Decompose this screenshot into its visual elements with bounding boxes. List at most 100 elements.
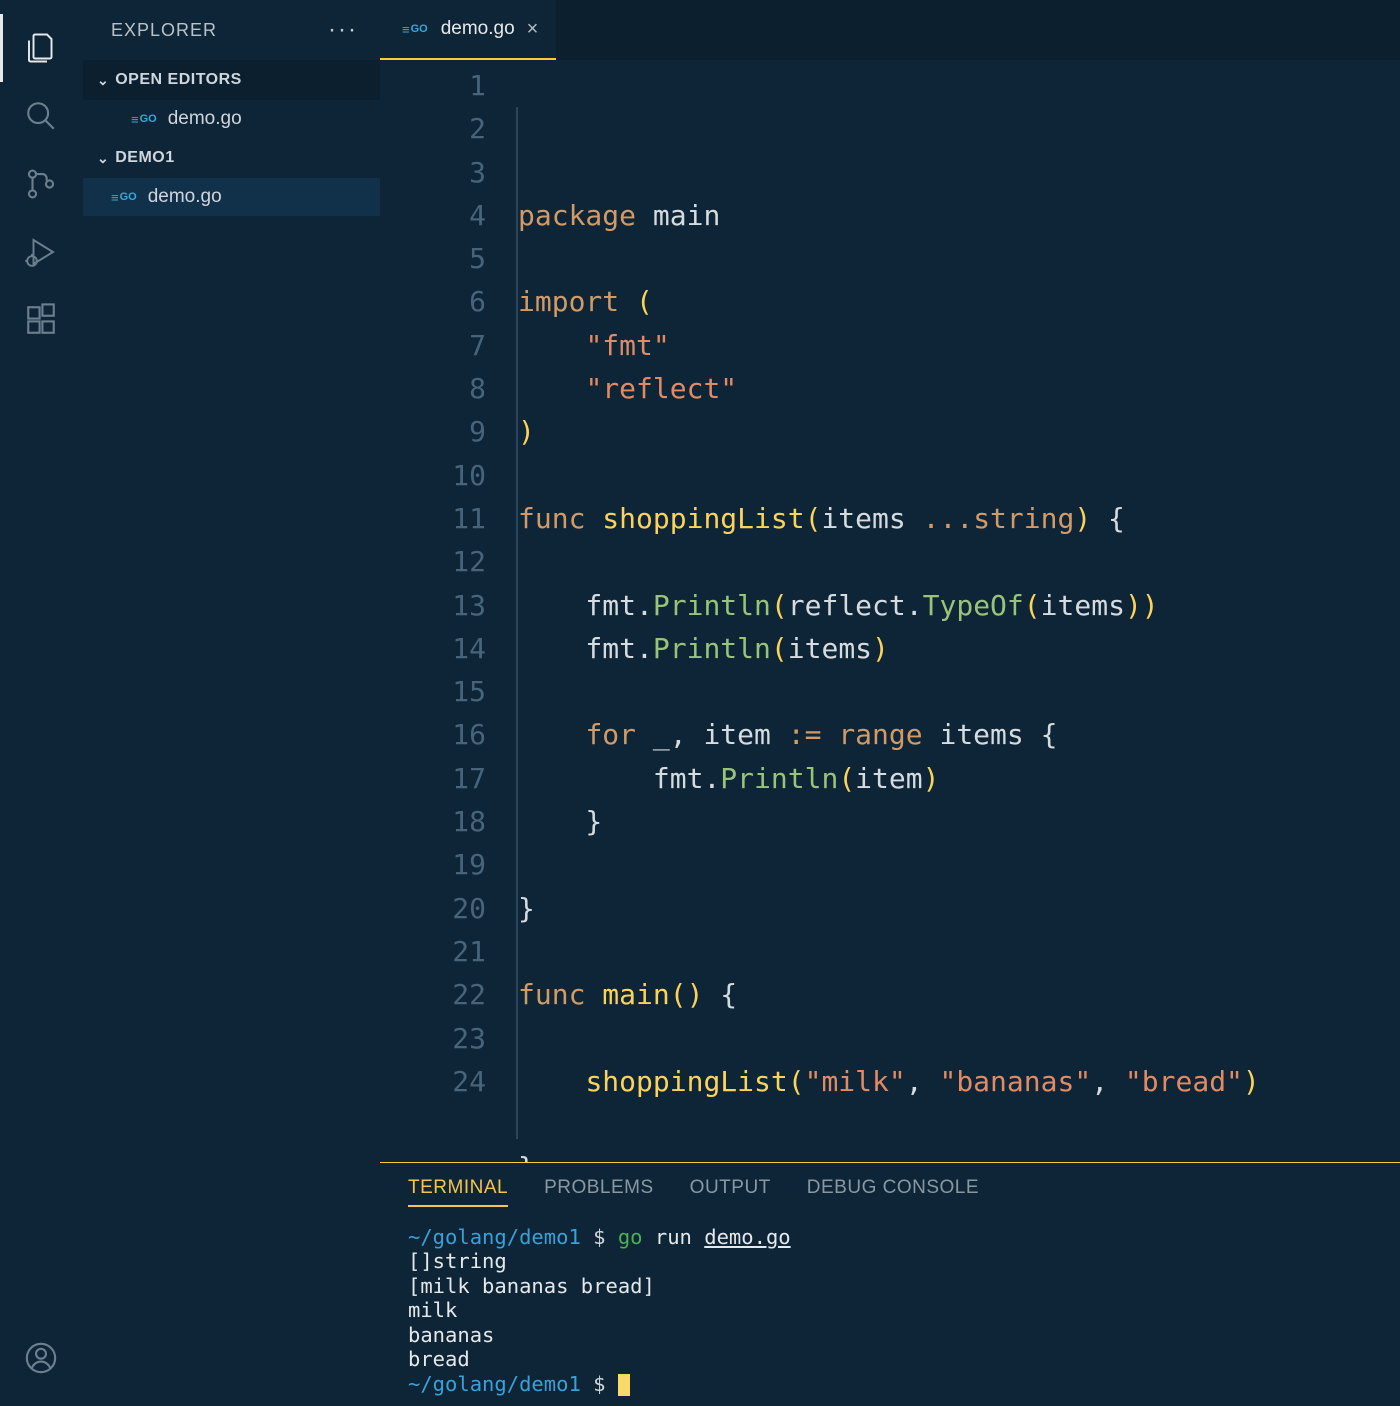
code-line[interactable]	[518, 1103, 1400, 1146]
line-number: 5	[380, 237, 486, 280]
main-area: GO demo.go × 123456789101112131415161718…	[380, 0, 1400, 1406]
line-number: 8	[380, 367, 486, 410]
line-number: 24	[380, 1060, 486, 1103]
open-editors-header[interactable]: ⌄ OPEN EDITORS	[83, 60, 380, 100]
chevron-down-icon: ⌄	[97, 72, 109, 89]
folder-header[interactable]: ⌄ DEMO1	[83, 138, 380, 178]
activity-search-icon[interactable]	[0, 82, 83, 150]
activity-run-debug-icon[interactable]	[0, 218, 83, 286]
code-line[interactable]: func main() {	[518, 973, 1400, 1016]
code-line[interactable]: }	[518, 887, 1400, 930]
code-line[interactable]: package main	[518, 194, 1400, 237]
terminal-path: ~/golang/demo1	[408, 1372, 581, 1396]
code-line[interactable]: fmt.Println(reflect.TypeOf(items))	[518, 584, 1400, 627]
go-file-icon: GO	[402, 23, 429, 36]
line-number: 2	[380, 107, 486, 150]
line-number: 12	[380, 540, 486, 583]
line-number: 21	[380, 930, 486, 973]
open-editor-item[interactable]: GO demo.go	[83, 100, 380, 138]
file-item[interactable]: GO demo.go	[83, 178, 380, 216]
activity-explorer-icon[interactable]	[0, 14, 83, 82]
line-number: 7	[380, 324, 486, 367]
terminal-cmd-file: demo.go	[704, 1225, 790, 1249]
line-number: 23	[380, 1017, 486, 1060]
go-file-icon: GO	[131, 113, 158, 126]
terminal-path: ~/golang/demo1	[408, 1225, 581, 1249]
indent-guide	[516, 107, 518, 1139]
code-line[interactable]: import (	[518, 280, 1400, 323]
code-line[interactable]	[518, 237, 1400, 280]
go-file-icon: GO	[111, 191, 138, 204]
code-line[interactable]: "fmt"	[518, 324, 1400, 367]
terminal-line: ~/golang/demo1 $ go run demo.go	[408, 1225, 1400, 1250]
line-number: 9	[380, 410, 486, 453]
code-line[interactable]	[518, 1017, 1400, 1060]
activity-account-icon[interactable]	[0, 1324, 83, 1392]
line-number: 22	[380, 973, 486, 1016]
code-line[interactable]: )	[518, 410, 1400, 453]
open-editor-filename: demo.go	[168, 108, 242, 130]
terminal-prompt: $	[593, 1225, 618, 1249]
line-number: 1	[380, 64, 486, 107]
activity-extensions-icon[interactable]	[0, 286, 83, 354]
code-line[interactable]: shoppingList("milk", "bananas", "bread")	[518, 1060, 1400, 1103]
line-number: 15	[380, 670, 486, 713]
code-line[interactable]: }	[518, 800, 1400, 843]
file-item-name: demo.go	[148, 186, 222, 208]
line-number: 20	[380, 887, 486, 930]
line-number: 14	[380, 627, 486, 670]
line-number: 11	[380, 497, 486, 540]
terminal-cursor	[618, 1374, 630, 1396]
terminal-output: []string[milk bananas bread]milkbananasb…	[408, 1249, 1400, 1372]
code-line[interactable]	[518, 843, 1400, 886]
code-line[interactable]	[518, 930, 1400, 973]
code-editor[interactable]: 123456789101112131415161718192021222324 …	[380, 60, 1400, 1162]
code-line[interactable]	[518, 540, 1400, 583]
terminal-line: ~/golang/demo1 $	[408, 1372, 1400, 1397]
sidebar-more-icon[interactable]: ···	[328, 16, 358, 44]
explorer-sidebar: EXPLORER ··· ⌄ OPEN EDITORS GO demo.go ⌄…	[83, 0, 380, 1406]
tabs-row: GO demo.go ×	[380, 0, 1400, 60]
code-line[interactable]: fmt.Println(item)	[518, 757, 1400, 800]
panel-tab-problems[interactable]: PROBLEMS	[544, 1177, 654, 1207]
panel-tab-terminal[interactable]: TERMINAL	[408, 1177, 508, 1207]
sidebar-header: EXPLORER ···	[83, 0, 380, 60]
code-line[interactable]	[518, 454, 1400, 497]
activity-bar	[0, 0, 83, 1406]
panel-tab-debug-console[interactable]: DEBUG CONSOLE	[807, 1177, 979, 1207]
terminal-output-line: [milk bananas bread]	[408, 1274, 1400, 1299]
panel-tab-output[interactable]: OUTPUT	[690, 1177, 771, 1207]
line-number: 18	[380, 800, 486, 843]
line-gutter: 123456789101112131415161718192021222324	[380, 60, 518, 1162]
code-line[interactable]	[518, 670, 1400, 713]
line-number: 6	[380, 280, 486, 323]
code-line[interactable]: fmt.Println(items)	[518, 627, 1400, 670]
code-line[interactable]: for _, item := range items {	[518, 713, 1400, 756]
code-line[interactable]: }	[518, 1146, 1400, 1161]
terminal-output-line: []string	[408, 1249, 1400, 1274]
code-line[interactable]: "reflect"	[518, 367, 1400, 410]
terminal-cmd-bin: go	[618, 1225, 643, 1249]
line-number: 3	[380, 151, 486, 194]
line-number: 13	[380, 584, 486, 627]
terminal-output-line: bread	[408, 1347, 1400, 1372]
tab-label: demo.go	[441, 18, 515, 40]
editor-tab[interactable]: GO demo.go ×	[380, 0, 556, 60]
chevron-down-icon: ⌄	[97, 150, 109, 167]
terminal-prompt: $	[593, 1372, 618, 1396]
terminal-cmd-rest: run	[655, 1225, 704, 1249]
open-editors-label: OPEN EDITORS	[115, 71, 242, 89]
code-content[interactable]: package main import ( "fmt" "reflect") f…	[518, 60, 1400, 1162]
code-line[interactable]: func shoppingList(items ...string) {	[518, 497, 1400, 540]
activity-source-control-icon[interactable]	[0, 150, 83, 218]
folder-label: DEMO1	[115, 149, 174, 167]
terminal-body[interactable]: ~/golang/demo1 $ go run demo.go []string…	[408, 1225, 1400, 1397]
line-number: 19	[380, 843, 486, 886]
close-icon[interactable]: ×	[527, 18, 539, 41]
line-number: 4	[380, 194, 486, 237]
sidebar-title: EXPLORER	[111, 20, 217, 41]
terminal-output-line: bananas	[408, 1323, 1400, 1348]
terminal-output-line: milk	[408, 1298, 1400, 1323]
panel-tabs: TERMINAL PROBLEMS OUTPUT DEBUG CONSOLE	[408, 1177, 1400, 1207]
line-number: 16	[380, 713, 486, 756]
